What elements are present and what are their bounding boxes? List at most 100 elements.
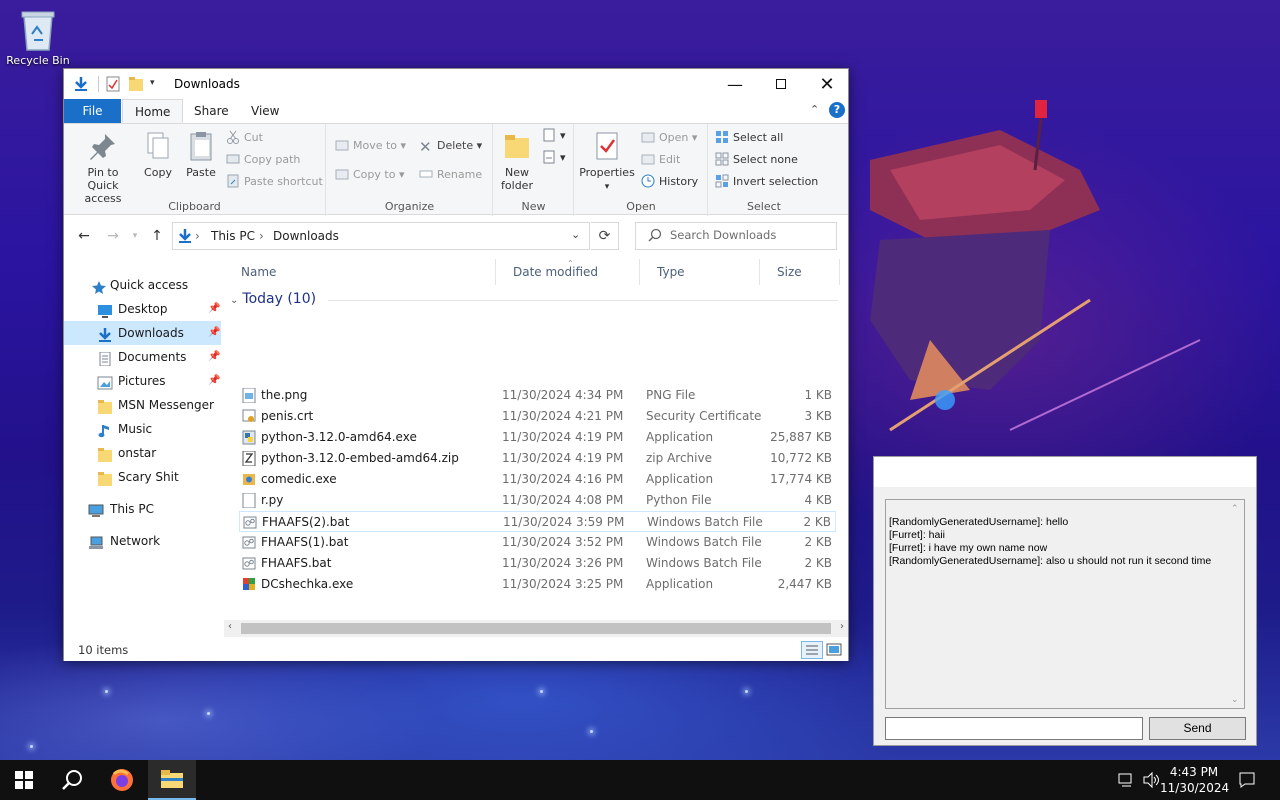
column-header-size[interactable]: Size bbox=[760, 259, 840, 285]
new-folder-quick-icon[interactable] bbox=[128, 76, 144, 95]
large-icons-view-icon[interactable] bbox=[825, 642, 843, 661]
history-button[interactable]: History bbox=[641, 172, 698, 192]
table-row[interactable]: FHAAFS.bat 11/30/2024 3:26 PM Windows Ba… bbox=[239, 553, 836, 574]
pin-to-quick-access-button[interactable]: Pin to Quick access bbox=[70, 130, 136, 205]
start-button[interactable] bbox=[0, 760, 48, 800]
table-row[interactable]: r.py 11/30/2024 4:08 PM Python File 4 KB bbox=[239, 490, 836, 511]
table-row[interactable]: penis.crt 11/30/2024 4:21 PM Security Ce… bbox=[239, 406, 836, 427]
folder-icon bbox=[97, 398, 113, 414]
properties-quick-icon[interactable] bbox=[106, 76, 120, 95]
paste-shortcut-button[interactable]: Paste shortcut bbox=[226, 172, 323, 192]
sidebar-item-music[interactable]: Music bbox=[64, 417, 221, 441]
maximize-button[interactable] bbox=[758, 69, 804, 99]
firefox-taskbar-button[interactable] bbox=[98, 760, 146, 800]
scrollbar-thumb[interactable] bbox=[241, 623, 831, 634]
table-row[interactable]: FHAAFS(2).bat 11/30/2024 3:59 PM Windows… bbox=[239, 511, 836, 532]
folder-icon bbox=[161, 770, 183, 788]
sidebar-item-msn-messenger[interactable]: MSN Messenger bbox=[64, 393, 221, 417]
star-sparkle bbox=[207, 712, 210, 715]
rename-button[interactable]: Rename bbox=[419, 165, 482, 185]
cut-button[interactable]: Cut bbox=[226, 128, 263, 148]
sidebar-item-scary-shit[interactable]: Scary Shit bbox=[64, 465, 221, 489]
nav-network[interactable]: Network bbox=[64, 529, 221, 553]
new-group: New folder ▾ ▾ New bbox=[494, 124, 574, 216]
sidebar-item-documents[interactable]: Documents 📌 bbox=[64, 345, 221, 369]
chat-vertical-scrollbar[interactable]: ⌃ ⌄ bbox=[1228, 500, 1244, 708]
pin-icon bbox=[87, 130, 119, 162]
address-history-chevron-icon[interactable]: ⌄ bbox=[571, 228, 580, 241]
up-button[interactable]: ↑ bbox=[146, 226, 168, 246]
scroll-left-arrow-icon[interactable]: ‹ bbox=[228, 621, 232, 632]
tab-view[interactable]: View bbox=[239, 99, 291, 123]
address-bar[interactable]: › This PC › Downloads ⌄ bbox=[172, 222, 590, 250]
forward-button[interactable]: → bbox=[102, 226, 124, 246]
group-header-today[interactable]: ⌄ Today (10) bbox=[230, 291, 838, 307]
scroll-up-arrow-icon[interactable]: ⌃ bbox=[1231, 502, 1239, 515]
star-sparkle bbox=[105, 690, 108, 693]
batch-file-icon bbox=[242, 535, 256, 550]
details-view-icon[interactable] bbox=[801, 641, 823, 659]
sidebar-item-onstar[interactable]: onstar bbox=[64, 441, 221, 465]
chat-message-input[interactable] bbox=[885, 717, 1143, 740]
tab-share[interactable]: Share bbox=[182, 99, 241, 123]
refresh-button[interactable]: ⟳ bbox=[591, 222, 619, 250]
search-button[interactable] bbox=[48, 760, 96, 800]
recent-locations-button[interactable]: ▾ bbox=[124, 226, 146, 246]
table-row[interactable]: the.png 11/30/2024 4:34 PM PNG File 1 KB bbox=[239, 385, 836, 406]
invert-selection-button[interactable]: Invert selection bbox=[715, 172, 818, 192]
move-to-button[interactable]: Move to ▾ bbox=[335, 136, 406, 156]
nav-quick-access[interactable]: Quick access bbox=[64, 273, 221, 297]
send-button[interactable]: Send bbox=[1149, 717, 1246, 740]
sidebar-item-desktop[interactable]: Desktop 📌 bbox=[64, 297, 221, 321]
table-row[interactable]: DCshechka.exe 11/30/2024 3:25 PM Applica… bbox=[239, 574, 836, 595]
new-folder-button[interactable]: New folder bbox=[498, 130, 536, 192]
new-item-button[interactable]: ▾ bbox=[542, 126, 566, 146]
tab-file[interactable]: File bbox=[64, 99, 121, 123]
back-button[interactable]: ← bbox=[73, 226, 95, 246]
breadcrumb-downloads[interactable]: Downloads bbox=[273, 229, 339, 243]
properties-button[interactable]: Properties ▾ bbox=[579, 130, 635, 194]
table-row[interactable]: python-3.12.0-amd64.exe 11/30/2024 4:19 … bbox=[239, 427, 836, 448]
sidebar-item-downloads[interactable]: Downloads 📌 bbox=[64, 321, 221, 345]
copy-path-button[interactable]: Copy path bbox=[226, 150, 300, 170]
network-icon[interactable] bbox=[1118, 772, 1136, 800]
table-row[interactable]: FHAAFS(1).bat 11/30/2024 3:52 PM Windows… bbox=[239, 532, 836, 553]
edit-button[interactable]: Edit bbox=[641, 150, 680, 170]
scroll-right-arrow-icon[interactable]: › bbox=[840, 621, 844, 632]
chat-title-bar[interactable] bbox=[874, 457, 1256, 487]
chat-messages-log[interactable]: [RandomlyGeneratedUsername]: hello [Furr… bbox=[885, 499, 1245, 709]
select-all-button[interactable]: Select all bbox=[715, 128, 783, 148]
scroll-down-arrow-icon[interactable]: ⌄ bbox=[1231, 693, 1239, 706]
breadcrumb-separator-icon: › bbox=[259, 229, 264, 243]
title-bar[interactable]: ▾ Downloads — ✕ bbox=[64, 69, 848, 99]
delete-button[interactable]: ✕ Delete ▾ bbox=[419, 136, 482, 156]
volume-icon[interactable] bbox=[1142, 771, 1160, 800]
minimize-button[interactable]: — bbox=[712, 69, 758, 99]
taskbar-clock[interactable]: 4:43 PM 11/30/2024 bbox=[1160, 764, 1229, 796]
table-row[interactable]: python-3.12.0-embed-amd64.zip 11/30/2024… bbox=[239, 448, 836, 469]
copy-to-button[interactable]: Copy to ▾ bbox=[335, 165, 404, 185]
column-header-name[interactable]: Name bbox=[224, 259, 496, 285]
copy-button[interactable]: Copy bbox=[140, 130, 176, 179]
easy-access-button[interactable]: ▾ bbox=[542, 148, 566, 168]
paste-button[interactable]: Paste bbox=[182, 130, 220, 179]
status-bar: 10 items bbox=[64, 639, 848, 661]
collapse-ribbon-icon[interactable]: ⌃ bbox=[810, 103, 819, 116]
customize-quick-access-icon[interactable]: ▾ bbox=[150, 78, 155, 88]
notifications-icon[interactable] bbox=[1238, 771, 1256, 800]
close-button[interactable]: ✕ bbox=[804, 69, 850, 99]
nav-this-pc[interactable]: This PC bbox=[64, 497, 221, 521]
file-explorer-taskbar-button[interactable] bbox=[148, 760, 196, 800]
table-row[interactable]: comedic.exe 11/30/2024 4:16 PM Applicati… bbox=[239, 469, 836, 490]
search-input[interactable] bbox=[670, 228, 830, 242]
select-none-button[interactable]: Select none bbox=[715, 150, 798, 170]
horizontal-scrollbar[interactable]: ‹ › bbox=[224, 620, 848, 637]
column-header-type[interactable]: Type bbox=[640, 259, 760, 285]
open-button[interactable]: Open ▾ bbox=[641, 128, 697, 148]
recycle-bin-shortcut[interactable]: Recycle Bin bbox=[6, 6, 70, 76]
tab-home[interactable]: Home bbox=[122, 99, 184, 123]
rename-icon bbox=[419, 167, 433, 181]
sidebar-item-pictures[interactable]: Pictures 📌 bbox=[64, 369, 221, 393]
help-icon[interactable]: ? bbox=[829, 102, 845, 118]
breadcrumb-this-pc[interactable]: This PC bbox=[211, 229, 255, 243]
